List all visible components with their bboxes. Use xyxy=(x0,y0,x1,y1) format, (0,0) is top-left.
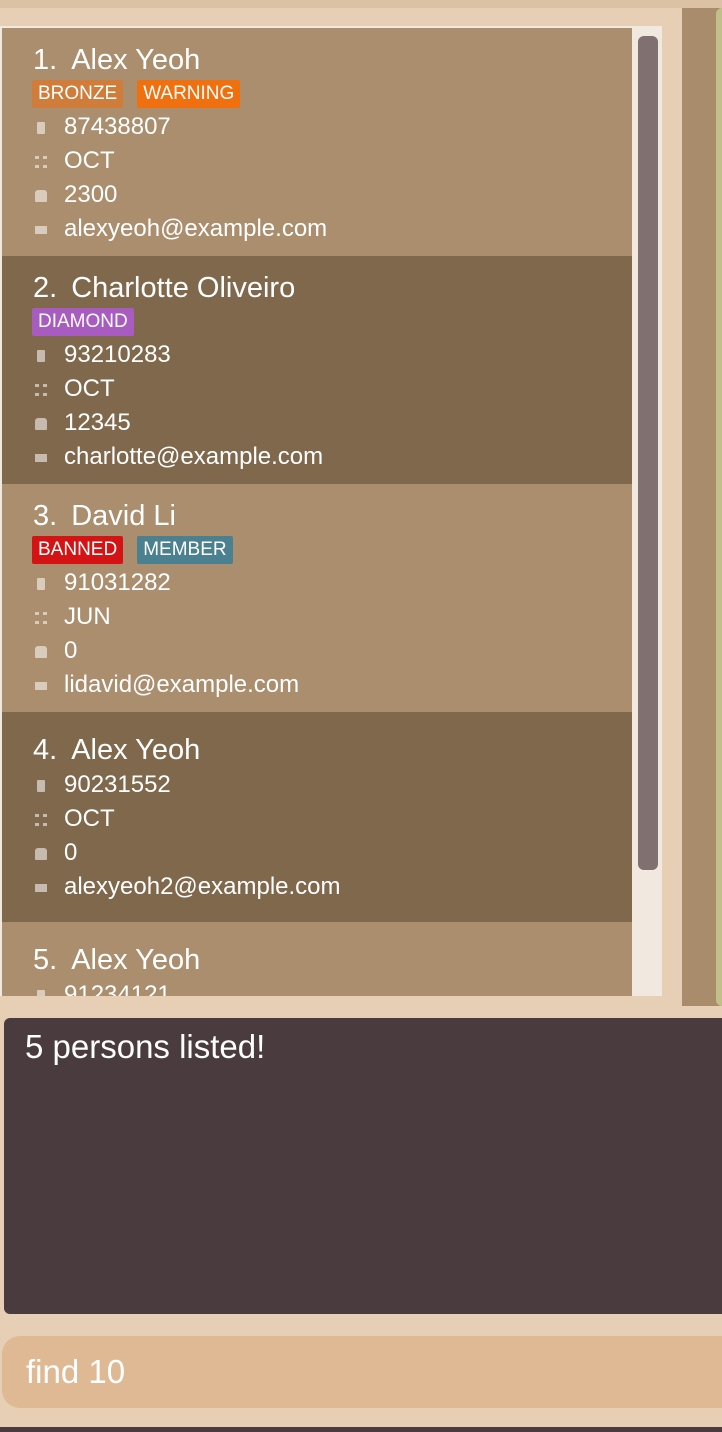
address-icon xyxy=(35,384,47,396)
phone-value: 87438807 xyxy=(64,113,171,140)
status-bar-edge xyxy=(0,1427,722,1432)
phone-field: 91234121 xyxy=(2,978,632,996)
remark-icon xyxy=(35,418,47,430)
side-panel-edge xyxy=(716,8,722,1006)
remark-icon xyxy=(35,848,47,860)
result-message: 5 persons listed! xyxy=(25,1028,266,1065)
address-icon xyxy=(35,156,47,168)
phone-icon xyxy=(37,990,45,996)
remark-value: 12345 xyxy=(64,409,131,436)
address-icon xyxy=(35,814,47,826)
command-input[interactable] xyxy=(26,1350,706,1394)
person-name: Alex Yeoh xyxy=(71,944,201,976)
person-name: Charlotte Oliveiro xyxy=(71,272,296,304)
phone-value: 91234121 xyxy=(64,981,171,996)
tag-list: BANNED MEMBER xyxy=(32,534,632,566)
person-card[interactable]: 1. Alex Yeoh BRONZE WARNING 87438807 OCT … xyxy=(2,28,632,256)
person-index: 5. xyxy=(33,944,58,976)
address-value: OCT xyxy=(64,375,115,402)
email-icon xyxy=(35,884,47,892)
tag-list: DIAMOND xyxy=(32,306,632,338)
window-top-band xyxy=(0,0,722,8)
tag-badge: DIAMOND xyxy=(32,308,134,336)
email-icon xyxy=(35,226,47,234)
remark-icon xyxy=(35,190,47,202)
email-field: charlotte@example.com xyxy=(2,440,632,474)
phone-value: 93210283 xyxy=(64,341,171,368)
address-field: JUN xyxy=(2,600,632,634)
result-display: 5 persons listed! xyxy=(4,1018,722,1314)
email-icon xyxy=(35,454,47,462)
tag-list: BRONZE WARNING xyxy=(32,78,632,110)
email-icon xyxy=(35,682,47,690)
address-value: JUN xyxy=(64,603,111,630)
person-list[interactable]: 1. Alex Yeoh BRONZE WARNING 87438807 OCT … xyxy=(2,28,632,996)
phone-field: 91031282 xyxy=(2,566,632,600)
person-name-row: 5. Alex Yeoh xyxy=(33,942,632,978)
email-field: lidavid@example.com xyxy=(2,668,632,702)
phone-value: 90231552 xyxy=(64,771,171,798)
list-scrollbar-thumb[interactable] xyxy=(638,36,658,870)
email-value: alexyeoh2@example.com xyxy=(64,873,341,900)
person-name: Alex Yeoh xyxy=(71,734,201,766)
address-field: OCT xyxy=(2,144,632,178)
email-value: alexyeoh@example.com xyxy=(64,215,328,242)
address-value: OCT xyxy=(64,805,115,832)
person-card[interactable]: 5. Alex Yeoh 91234121 xyxy=(2,922,632,996)
tag-badge: MEMBER xyxy=(137,536,233,564)
address-value: OCT xyxy=(64,147,115,174)
email-field: alexyeoh@example.com xyxy=(2,212,632,246)
address-field: OCT xyxy=(2,802,632,836)
person-index: 3. xyxy=(33,500,58,532)
person-name: David Li xyxy=(71,500,176,532)
remark-field: 12345 xyxy=(2,406,632,440)
tag-badge: BRONZE xyxy=(32,80,124,108)
email-value: charlotte@example.com xyxy=(64,443,324,470)
remark-field: 0 xyxy=(2,634,632,668)
phone-value: 91031282 xyxy=(64,569,171,596)
person-name-row: 1. Alex Yeoh xyxy=(33,42,632,78)
person-index: 2. xyxy=(33,272,58,304)
person-index: 1. xyxy=(33,44,58,76)
phone-icon xyxy=(37,578,45,590)
person-name-row: 4. Alex Yeoh xyxy=(33,732,632,768)
person-card[interactable]: 3. David Li BANNED MEMBER 91031282 JUN 0 … xyxy=(2,484,632,712)
tag-badge: WARNING xyxy=(137,80,241,108)
person-name: Alex Yeoh xyxy=(71,44,201,76)
person-card[interactable]: 4. Alex Yeoh 90231552 OCT 0 alexyeoh2@exa… xyxy=(2,712,632,922)
phone-icon xyxy=(37,780,45,792)
tag-badge: BANNED xyxy=(32,536,124,564)
email-field: alexyeoh2@example.com xyxy=(2,870,632,904)
address-icon xyxy=(35,612,47,624)
remark-icon xyxy=(35,646,47,658)
person-name-row: 3. David Li xyxy=(33,498,632,534)
email-value: lidavid@example.com xyxy=(64,671,300,698)
person-name-row: 2. Charlotte Oliveiro xyxy=(33,270,632,306)
remark-value: 2300 xyxy=(64,181,118,208)
address-field: OCT xyxy=(2,372,632,406)
remark-value: 0 xyxy=(64,637,78,664)
phone-field: 87438807 xyxy=(2,110,632,144)
remark-field: 2300 xyxy=(2,178,632,212)
person-card[interactable]: 2. Charlotte Oliveiro DIAMOND 93210283 OC… xyxy=(2,256,632,484)
remark-value: 0 xyxy=(64,839,78,866)
phone-icon xyxy=(37,122,45,134)
phone-field: 90231552 xyxy=(2,768,632,802)
person-index: 4. xyxy=(33,734,58,766)
phone-field: 93210283 xyxy=(2,338,632,372)
phone-icon xyxy=(37,350,45,362)
command-box[interactable] xyxy=(2,1336,722,1408)
remark-field: 0 xyxy=(2,836,632,870)
